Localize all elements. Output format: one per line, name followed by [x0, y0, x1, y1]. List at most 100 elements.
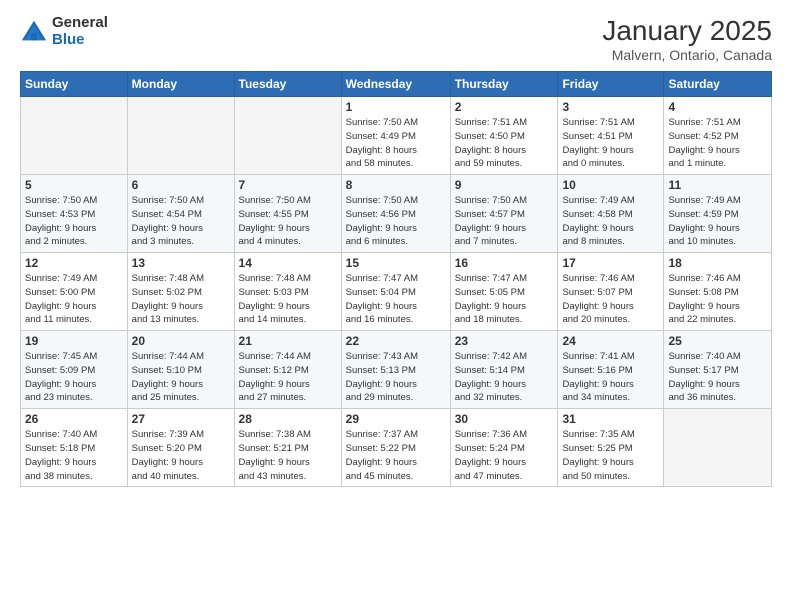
day-number: 25	[668, 334, 767, 348]
day-number: 29	[346, 412, 446, 426]
day-number: 9	[455, 178, 554, 192]
logo-text: General Blue	[52, 15, 108, 48]
day-info: Sunrise: 7:44 AMSunset: 5:10 PMDaylight:…	[132, 350, 230, 405]
day-info: Sunrise: 7:51 AMSunset: 4:50 PMDaylight:…	[455, 116, 554, 171]
day-info: Sunrise: 7:46 AMSunset: 5:08 PMDaylight:…	[668, 272, 767, 327]
header-friday: Friday	[558, 72, 664, 97]
day-number: 27	[132, 412, 230, 426]
day-number: 10	[562, 178, 659, 192]
calendar-cell	[234, 97, 341, 175]
day-info: Sunrise: 7:51 AMSunset: 4:52 PMDaylight:…	[668, 116, 767, 171]
day-number: 19	[25, 334, 123, 348]
day-number: 31	[562, 412, 659, 426]
day-number: 12	[25, 256, 123, 270]
calendar-cell: 10Sunrise: 7:49 AMSunset: 4:58 PMDayligh…	[558, 175, 664, 253]
day-number: 14	[239, 256, 337, 270]
calendar-cell: 21 Sunrise: 7:44 AMSunset: 5:12 PMDayligh…	[234, 331, 341, 409]
day-info: Sunrise: 7:50 AMSunset: 4:57 PMDaylight:…	[455, 194, 554, 249]
day-info: Sunrise: 7:35 AMSunset: 5:25 PMDaylight:…	[562, 428, 659, 483]
calendar-week-row: 12 Sunrise: 7:49 AMSunset: 5:00 PMDayligh…	[21, 253, 772, 331]
day-number: 30	[455, 412, 554, 426]
calendar-week-row: 1Sunrise: 7:50 AMSunset: 4:49 PMDaylight…	[21, 97, 772, 175]
calendar-cell: 13 Sunrise: 7:48 AMSunset: 5:02 PMDayligh…	[127, 253, 234, 331]
day-info: Sunrise: 7:44 AMSunset: 5:12 PMDaylight:…	[239, 350, 337, 405]
day-info: Sunrise: 7:45 AMSunset: 5:09 PMDaylight:…	[25, 350, 123, 405]
header-thursday: Thursday	[450, 72, 558, 97]
calendar-cell	[21, 97, 128, 175]
calendar-cell: 31 Sunrise: 7:35 AMSunset: 5:25 PMDayligh…	[558, 409, 664, 487]
calendar-cell: 9 Sunrise: 7:50 AMSunset: 4:57 PMDaylight…	[450, 175, 558, 253]
calendar-cell: 1Sunrise: 7:50 AMSunset: 4:49 PMDaylight…	[341, 97, 450, 175]
calendar-cell: 17Sunrise: 7:46 AMSunset: 5:07 PMDayligh…	[558, 253, 664, 331]
day-number: 21	[239, 334, 337, 348]
day-info: Sunrise: 7:50 AMSunset: 4:56 PMDaylight:…	[346, 194, 446, 249]
day-number: 3	[562, 100, 659, 114]
day-number: 7	[239, 178, 337, 192]
day-number: 17	[562, 256, 659, 270]
day-number: 23	[455, 334, 554, 348]
page: General Blue January 2025 Malvern, Ontar…	[0, 0, 792, 612]
day-info: Sunrise: 7:51 AMSunset: 4:51 PMDaylight:…	[562, 116, 659, 171]
day-info: Sunrise: 7:49 AMSunset: 4:59 PMDaylight:…	[668, 194, 767, 249]
day-number: 15	[346, 256, 446, 270]
day-number: 1	[346, 100, 446, 114]
calendar-week-row: 19 Sunrise: 7:45 AMSunset: 5:09 PMDayligh…	[21, 331, 772, 409]
calendar-cell: 25Sunrise: 7:40 AMSunset: 5:17 PMDayligh…	[664, 331, 772, 409]
logo-general-text: General	[52, 15, 108, 32]
day-info: Sunrise: 7:41 AMSunset: 5:16 PMDaylight:…	[562, 350, 659, 405]
calendar-cell: 23Sunrise: 7:42 AMSunset: 5:14 PMDayligh…	[450, 331, 558, 409]
day-info: Sunrise: 7:50 AMSunset: 4:53 PMDaylight:…	[25, 194, 123, 249]
calendar-cell	[664, 409, 772, 487]
calendar-subtitle: Malvern, Ontario, Canada	[602, 47, 772, 63]
calendar-cell: 30 Sunrise: 7:36 AMSunset: 5:24 PMDayligh…	[450, 409, 558, 487]
calendar-cell: 7 Sunrise: 7:50 AMSunset: 4:55 PMDaylight…	[234, 175, 341, 253]
logo-blue-text: Blue	[52, 32, 108, 49]
day-number: 4	[668, 100, 767, 114]
day-number: 2	[455, 100, 554, 114]
day-number: 16	[455, 256, 554, 270]
day-number: 20	[132, 334, 230, 348]
day-info: Sunrise: 7:48 AMSunset: 5:02 PMDaylight:…	[132, 272, 230, 327]
header: General Blue January 2025 Malvern, Ontar…	[20, 15, 772, 63]
calendar-week-row: 26Sunrise: 7:40 AMSunset: 5:18 PMDayligh…	[21, 409, 772, 487]
calendar-cell: 18Sunrise: 7:46 AMSunset: 5:08 PMDayligh…	[664, 253, 772, 331]
day-info: Sunrise: 7:36 AMSunset: 5:24 PMDaylight:…	[455, 428, 554, 483]
calendar-cell: 12 Sunrise: 7:49 AMSunset: 5:00 PMDayligh…	[21, 253, 128, 331]
calendar-cell: 3 Sunrise: 7:51 AMSunset: 4:51 PMDaylight…	[558, 97, 664, 175]
calendar-cell: 2 Sunrise: 7:51 AMSunset: 4:50 PMDaylight…	[450, 97, 558, 175]
calendar-cell: 5 Sunrise: 7:50 AMSunset: 4:53 PMDaylight…	[21, 175, 128, 253]
day-number: 26	[25, 412, 123, 426]
day-info: Sunrise: 7:47 AMSunset: 5:04 PMDaylight:…	[346, 272, 446, 327]
day-info: Sunrise: 7:39 AMSunset: 5:20 PMDaylight:…	[132, 428, 230, 483]
calendar-header-row: SundayMondayTuesdayWednesdayThursdayFrid…	[21, 72, 772, 97]
header-tuesday: Tuesday	[234, 72, 341, 97]
calendar-cell: 16 Sunrise: 7:47 AMSunset: 5:05 PMDayligh…	[450, 253, 558, 331]
day-number: 5	[25, 178, 123, 192]
header-saturday: Saturday	[664, 72, 772, 97]
calendar-cell: 27 Sunrise: 7:39 AMSunset: 5:20 PMDayligh…	[127, 409, 234, 487]
day-info: Sunrise: 7:50 AMSunset: 4:55 PMDaylight:…	[239, 194, 337, 249]
calendar-cell: 24 Sunrise: 7:41 AMSunset: 5:16 PMDayligh…	[558, 331, 664, 409]
calendar-cell: 26Sunrise: 7:40 AMSunset: 5:18 PMDayligh…	[21, 409, 128, 487]
title-area: January 2025 Malvern, Ontario, Canada	[602, 15, 772, 63]
logo: General Blue	[20, 15, 108, 48]
day-info: Sunrise: 7:47 AMSunset: 5:05 PMDaylight:…	[455, 272, 554, 327]
calendar-cell	[127, 97, 234, 175]
day-info: Sunrise: 7:38 AMSunset: 5:21 PMDaylight:…	[239, 428, 337, 483]
logo-icon	[20, 18, 48, 46]
header-wednesday: Wednesday	[341, 72, 450, 97]
day-info: Sunrise: 7:37 AMSunset: 5:22 PMDaylight:…	[346, 428, 446, 483]
day-number: 13	[132, 256, 230, 270]
day-number: 24	[562, 334, 659, 348]
calendar-cell: 29 Sunrise: 7:37 AMSunset: 5:22 PMDayligh…	[341, 409, 450, 487]
calendar-table: SundayMondayTuesdayWednesdayThursdayFrid…	[20, 71, 772, 487]
header-monday: Monday	[127, 72, 234, 97]
day-info: Sunrise: 7:49 AMSunset: 5:00 PMDaylight:…	[25, 272, 123, 327]
calendar-cell: 22Sunrise: 7:43 AMSunset: 5:13 PMDayligh…	[341, 331, 450, 409]
calendar-week-row: 5 Sunrise: 7:50 AMSunset: 4:53 PMDaylight…	[21, 175, 772, 253]
day-number: 6	[132, 178, 230, 192]
calendar-cell: 19 Sunrise: 7:45 AMSunset: 5:09 PMDayligh…	[21, 331, 128, 409]
day-number: 11	[668, 178, 767, 192]
calendar-cell: 8Sunrise: 7:50 AMSunset: 4:56 PMDaylight…	[341, 175, 450, 253]
calendar-cell: 14Sunrise: 7:48 AMSunset: 5:03 PMDayligh…	[234, 253, 341, 331]
